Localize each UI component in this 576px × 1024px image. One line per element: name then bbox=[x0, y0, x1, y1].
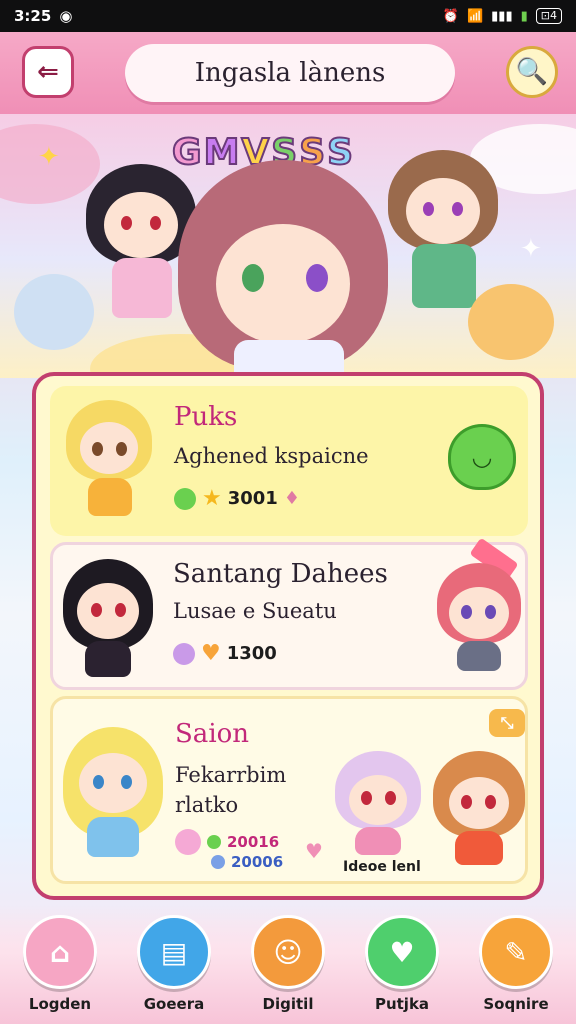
nav-label: Goeera bbox=[143, 995, 205, 1013]
character-card[interactable]: ⤡ Saion Fekarrbim rlatko 20016 20006 ♥ I… bbox=[50, 696, 528, 884]
heart-icon: ♥ bbox=[365, 915, 439, 989]
character-card[interactable]: Puks Aghened kspaicne ★ 3001 ♦ ◡ bbox=[50, 386, 528, 536]
nav-item-soqnire[interactable]: ✎ Soqnire bbox=[468, 915, 564, 1019]
character-main bbox=[178, 154, 388, 378]
expand-icon[interactable]: ⤡ bbox=[489, 709, 525, 737]
heart-icon: ♥ bbox=[305, 839, 323, 863]
drop-icon: ♦ bbox=[283, 488, 300, 509]
card-stat-a: 20016 bbox=[175, 829, 279, 855]
card-subtitle: Aghened kspaicne bbox=[174, 444, 369, 468]
nav-item-digitil[interactable]: ☺ Digitil bbox=[240, 915, 336, 1019]
hero-banner: ✦ ✦ ★ GMVSSS bbox=[0, 114, 576, 378]
calendar-icon: ▤ bbox=[137, 915, 211, 989]
nav-label: Putjka bbox=[374, 995, 430, 1013]
card-label: Ideoe lenl bbox=[343, 859, 421, 875]
notification-icon: ◉ bbox=[59, 7, 73, 25]
card-stat-b: 20006 bbox=[211, 853, 283, 871]
search-button[interactable]: 🔍 bbox=[506, 46, 558, 98]
stat-value-b: 20006 bbox=[231, 853, 284, 871]
page-title: Ingasla lànens bbox=[194, 58, 386, 88]
status-bar: 3:25 ◉ ⏰ 📶 ▮▮▮ ▮ ⊡4 bbox=[0, 0, 576, 32]
nav-label: Logden bbox=[28, 995, 92, 1013]
search-icon: 🔍 bbox=[515, 57, 549, 87]
character-list-panel: Puks Aghened kspaicne ★ 3001 ♦ ◡ Santang… bbox=[32, 372, 544, 900]
card-avatar bbox=[63, 717, 163, 867]
home-icon: ⌂ bbox=[23, 915, 97, 989]
card-stats: ★ 3001 ♦ bbox=[174, 486, 300, 511]
card-avatar bbox=[63, 551, 153, 681]
chat-icon: ☺ bbox=[251, 915, 325, 989]
card-stats: ♥ 1300 bbox=[173, 641, 277, 666]
signal-icon: ▮▮▮ bbox=[491, 8, 513, 24]
card-title: Saion bbox=[175, 719, 250, 749]
card-companion-avatar bbox=[433, 751, 525, 871]
pig-icon bbox=[175, 829, 201, 855]
slime-mascot-icon: ◡ bbox=[448, 424, 516, 490]
stat-value-a: 20016 bbox=[227, 833, 280, 851]
nav-label: Digitil bbox=[262, 995, 314, 1013]
status-time: 3:25 bbox=[14, 7, 52, 25]
nav-label: Soqnire bbox=[483, 995, 549, 1013]
battery-badge: ⊡4 bbox=[535, 8, 562, 24]
nav-item-logden[interactable]: ⌂ Logden bbox=[12, 915, 108, 1019]
sparkle-icon: ✦ bbox=[38, 142, 60, 172]
gem-icon bbox=[211, 855, 225, 869]
battery-icon: ▮ bbox=[520, 8, 528, 24]
card-companion-avatar bbox=[437, 563, 521, 683]
alarm-icon: ⏰ bbox=[442, 8, 459, 24]
smile-icon bbox=[173, 642, 195, 665]
wifi-icon: 📶 bbox=[466, 8, 484, 24]
sparkle-icon: ✦ bbox=[520, 234, 542, 264]
back-icon: ⇐ bbox=[37, 57, 59, 87]
back-button[interactable]: ⇐ bbox=[22, 46, 74, 98]
mascot-left bbox=[14, 274, 94, 354]
check-icon bbox=[207, 835, 221, 849]
card-avatar bbox=[66, 400, 152, 520]
heart-icon: ♥ bbox=[201, 641, 221, 666]
card-subtitle: Lusae e Sueatu bbox=[173, 599, 337, 623]
nav-item-goeera[interactable]: ▤ Goeera bbox=[126, 915, 222, 1019]
card-subtitle-secondary: rlatko bbox=[175, 793, 239, 817]
stat-value: 1300 bbox=[226, 643, 277, 664]
bottom-nav: ⌂ Logden ▤ Goeera ☺ Digitil ♥ Putjka ✎ Soqnire bbox=[0, 905, 576, 1024]
app-header: ⇐ Ingasla lànens 🔍 bbox=[0, 32, 576, 114]
stat-value: 3001 bbox=[227, 488, 278, 509]
page-title-pill: Ingasla lànens bbox=[125, 44, 455, 102]
card-subtitle: Fekarrbim bbox=[175, 763, 287, 787]
nav-item-putjka[interactable]: ♥ Putjka bbox=[354, 915, 450, 1019]
card-companion-avatar bbox=[335, 751, 421, 861]
gift-icon: ✎ bbox=[479, 915, 553, 989]
character-card[interactable]: Santang Dahees Lusae e Sueatu ♥ 1300 bbox=[50, 537, 528, 690]
smile-icon bbox=[174, 487, 196, 510]
card-title: Puks bbox=[174, 402, 238, 432]
star-icon: ★ bbox=[202, 486, 222, 511]
card-title: Santang Dahees bbox=[173, 559, 388, 589]
mascot-right bbox=[468, 284, 558, 364]
